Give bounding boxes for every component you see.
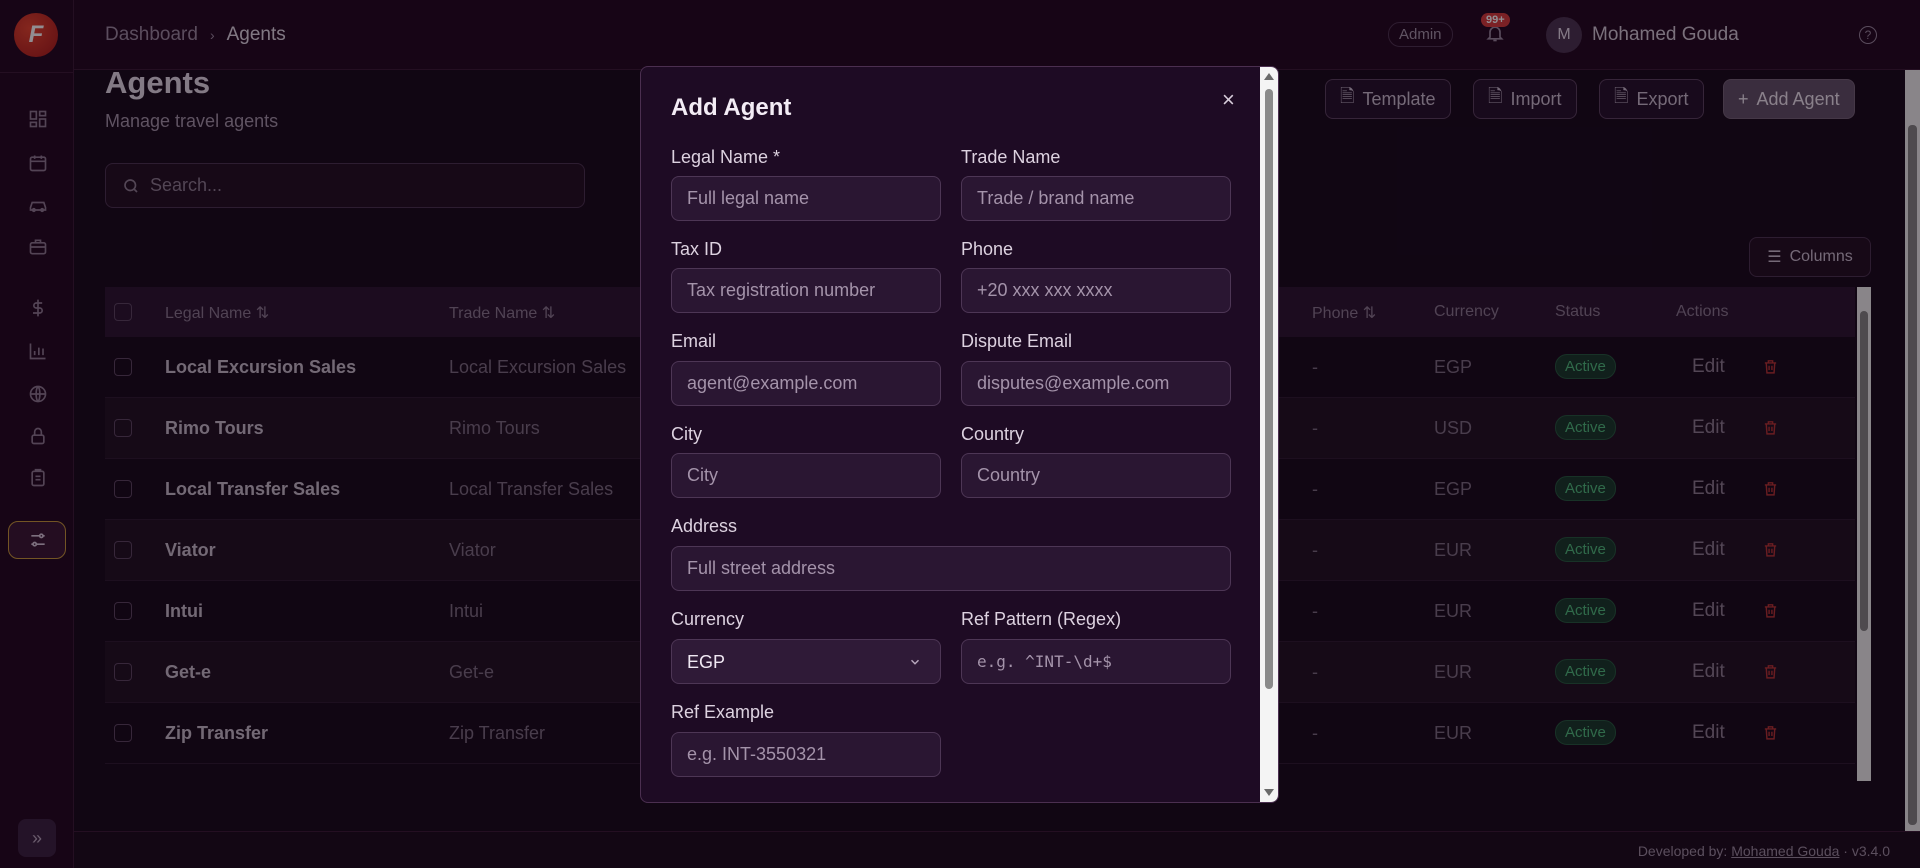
legal-name-label: Legal Name * [671,147,781,167]
tax-id-input[interactable] [672,269,940,312]
ref-pattern-field [961,639,1231,684]
modal-title: Add Agent [671,94,792,121]
modal-scrollbar-thumb[interactable] [1265,89,1273,689]
dispute-email-input[interactable] [962,362,1230,405]
currency-label: Currency [671,609,745,629]
city-input[interactable] [672,454,940,497]
ref-example-input[interactable] [672,733,940,776]
dispute-email-field [961,361,1231,406]
chevron-down-icon [908,655,922,674]
email-label: Email [671,331,717,351]
add-agent-modal: Add Agent × Legal Name * Trade Name Tax … [640,66,1279,803]
ref-example-field [671,732,941,777]
scroll-up-arrow-icon[interactable] [1264,73,1274,80]
currency-select[interactable]: EGP [671,639,941,684]
address-input[interactable] [672,547,1230,590]
ref-example-label: Ref Example [671,702,775,722]
city-label: City [671,424,702,444]
trade-name-label: Trade Name [961,147,1061,167]
scroll-down-arrow-icon[interactable] [1264,789,1274,796]
currency-selected-value: EGP [687,652,726,672]
ref-pattern-input[interactable] [962,640,1230,683]
country-field [961,453,1231,498]
close-icon[interactable]: × [1222,87,1235,113]
address-label: Address [671,516,738,536]
ref-pattern-label: Ref Pattern (Regex) [961,609,1122,629]
city-field [671,453,941,498]
country-input[interactable] [962,454,1230,497]
phone-label: Phone [961,239,1014,259]
tax-id-label: Tax ID [671,239,723,259]
trade-name-field [961,176,1231,221]
dispute-email-label: Dispute Email [961,331,1073,351]
email-input[interactable] [672,362,940,405]
country-label: Country [961,424,1025,444]
address-field [671,546,1231,591]
legal-name-input[interactable] [672,177,940,220]
legal-name-field [671,176,941,221]
modal-scrollbar[interactable] [1260,67,1278,802]
phone-input[interactable] [962,269,1230,312]
trade-name-input[interactable] [962,177,1230,220]
email-field [671,361,941,406]
phone-field [961,268,1231,313]
tax-id-field [671,268,941,313]
